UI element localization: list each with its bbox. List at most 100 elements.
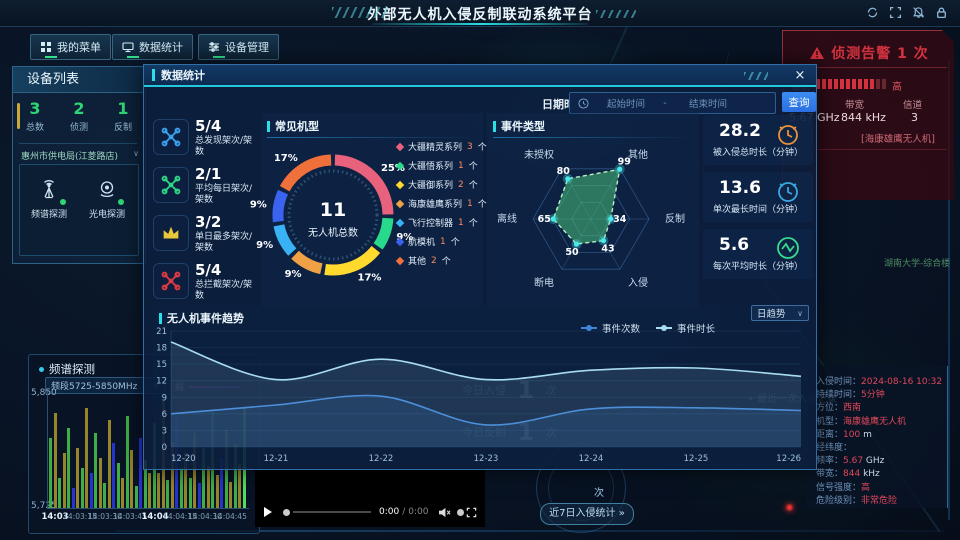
menu-button-label: 我的菜单 — [57, 39, 101, 55]
spectrum-bar — [166, 480, 169, 508]
sync-icon[interactable] — [866, 6, 879, 19]
last-7-days-stats-button[interactable]: 近7日入侵统计 » — [540, 503, 634, 525]
legend-diamond-icon — [396, 218, 404, 226]
spectrum-bar — [126, 416, 129, 508]
mute-icon[interactable] — [438, 507, 451, 518]
device-stat: 1反制 — [114, 99, 132, 133]
radar-value-label: 34 — [613, 214, 627, 225]
info-unit: GHz — [863, 456, 884, 466]
donut-segment[interactable] — [285, 160, 331, 189]
legend-count: 1 — [458, 218, 464, 228]
device-item-spectrum[interactable]: 频谱探测 — [22, 177, 76, 220]
spectrum-bar — [67, 428, 70, 508]
info-row: 方位：西南 — [816, 400, 947, 413]
app-root: 学生1舍 湖南大学-综合楼 今日入侵 1 次 今日反制 1 次 • 最近一次入侵… — [0, 0, 960, 540]
level-bar — [882, 79, 886, 89]
data-stats-modal: 数据统计 × 日期时间: 起始时间 - 结束时间 查询 5/4总发现架次/架数2… — [143, 64, 817, 470]
info-label: 入侵时间： — [816, 377, 861, 387]
common-models-panel: 常见机型 25%9%17%9%9%9%17% 11 无人机总数 大疆精灵系列3个… — [261, 113, 483, 307]
legend-diamond-icon — [396, 199, 404, 207]
grid-icon — [40, 41, 52, 53]
info-label: 经纬度： — [816, 443, 852, 453]
device-list-title: 设备列表 — [13, 67, 145, 93]
volume-handle[interactable] — [457, 509, 464, 516]
drone-model-tag: [海康雄鹰无人机] — [861, 131, 935, 145]
legend-item[interactable]: 大疆精灵系列3个 — [397, 137, 487, 156]
trend-x-tick: 12-24 — [579, 454, 604, 464]
legend-item[interactable]: 大疆悟系列1个 — [397, 156, 487, 175]
device-stat-label: 反制 — [114, 120, 132, 133]
close-icon[interactable]: × — [790, 67, 810, 85]
bell-off-icon[interactable] — [912, 6, 925, 19]
bw-label: 带宽 — [845, 97, 864, 111]
donut-pct-label: 9% — [250, 200, 267, 211]
device-stat-label: 总数 — [26, 120, 44, 133]
seek-track[interactable] — [293, 511, 371, 513]
donut-segment[interactable] — [295, 255, 321, 269]
fullscreen-icon[interactable] — [889, 6, 902, 19]
legend-item[interactable]: 其他2个 — [397, 251, 487, 270]
menu-button-data-stats[interactable]: 数据统计 — [112, 34, 193, 60]
donut-segment[interactable] — [325, 249, 376, 270]
device-item-label: 频谱探测 — [22, 207, 76, 220]
drone-total-label: 无人机总数 — [283, 224, 383, 239]
menu-button-my-menu[interactable]: 我的菜单 — [30, 34, 111, 60]
right-stat-value: 5.6 — [719, 235, 749, 255]
fullscreen-button[interactable] — [466, 507, 477, 518]
play-button[interactable] — [263, 506, 273, 518]
intrusion-info-panel: 入侵时间：2024-08-16 10:32持续时间：5分钟方位：西南机型：海康雄… — [806, 366, 948, 508]
spectrum-bar — [148, 473, 151, 508]
device-item-optical[interactable]: 光电探测 — [80, 177, 134, 220]
spectrum-bar — [216, 475, 219, 508]
trend-select-value: 日趋势 — [757, 306, 786, 320]
right-stat-card: 13.6单次最长时间（分钟） — [703, 172, 813, 222]
trend-y-tick: 21 — [156, 327, 167, 337]
seek-handle[interactable] — [283, 509, 290, 516]
level-value: 高 — [892, 78, 902, 93]
site-row[interactable]: 惠州市供电局(江菱路店) ∨ — [21, 149, 139, 162]
video-player[interactable]: 0:00 / 0:00 — [255, 468, 485, 527]
menu-button-device-mgmt[interactable]: 设备管理 — [198, 34, 279, 60]
trend-y-tick: 0 — [162, 443, 167, 453]
spectrum-bar — [112, 443, 115, 508]
spectrum-bar — [139, 438, 142, 508]
level-meter — [816, 79, 888, 92]
device-item-label: 光电探测 — [80, 207, 134, 220]
modal-title: 数据统计 — [161, 67, 205, 83]
date-range-input[interactable]: 起始时间 - 结束时间 — [569, 92, 776, 114]
spectrum-bar — [81, 468, 84, 508]
donut-legend: 大疆精灵系列3个大疆悟系列1个大疆御系列2个海康雄鹰系列1个飞行控制器1个航模机… — [397, 137, 487, 270]
channel-value: 3 — [911, 111, 918, 124]
legend-item[interactable]: 海康雄鹰系列1个 — [397, 194, 487, 213]
alert-title-text: 侦测告警 1 次 — [831, 43, 929, 63]
legend-diamond-icon — [396, 161, 404, 169]
chevron-down-icon: ∨ — [133, 149, 139, 162]
radar-vertex-dot — [551, 216, 556, 221]
radar-axis-label: 未授权 — [524, 148, 554, 161]
right-stat-value: 13.6 — [719, 178, 761, 198]
legend-item[interactable]: 航模机1个 — [397, 232, 487, 251]
status-dot — [39, 367, 44, 372]
legend-item[interactable]: 大疆御系列2个 — [397, 175, 487, 194]
left-stat-value: 5/4 — [195, 117, 221, 135]
legend-count-suffix: 个 — [451, 235, 460, 248]
legend-count-suffix: 个 — [478, 140, 487, 153]
alert-title: 侦测告警 1 次 — [783, 43, 955, 63]
lock-icon[interactable] — [935, 6, 948, 19]
legend-count-suffix: 个 — [469, 178, 478, 191]
trend-y-tick: 12 — [156, 377, 167, 387]
left-stat-value: 3/2 — [195, 213, 221, 231]
channel-label: 信道 — [903, 97, 922, 111]
legend-diamond-icon — [396, 256, 404, 264]
spectrum-bar — [76, 448, 79, 508]
radar-value-label: 80 — [557, 166, 571, 177]
info-value: 844 — [843, 469, 860, 479]
legend-count: 1 — [467, 199, 473, 209]
spectrum-bar — [85, 408, 88, 508]
legend-item[interactable]: 飞行控制器1个 — [397, 213, 487, 232]
query-button[interactable]: 查询 — [782, 92, 816, 112]
trend-x-tick: 12-23 — [474, 454, 499, 464]
donut-pct-label: 17% — [358, 272, 382, 283]
divider — [19, 143, 137, 144]
drone-icon-box — [153, 119, 189, 155]
